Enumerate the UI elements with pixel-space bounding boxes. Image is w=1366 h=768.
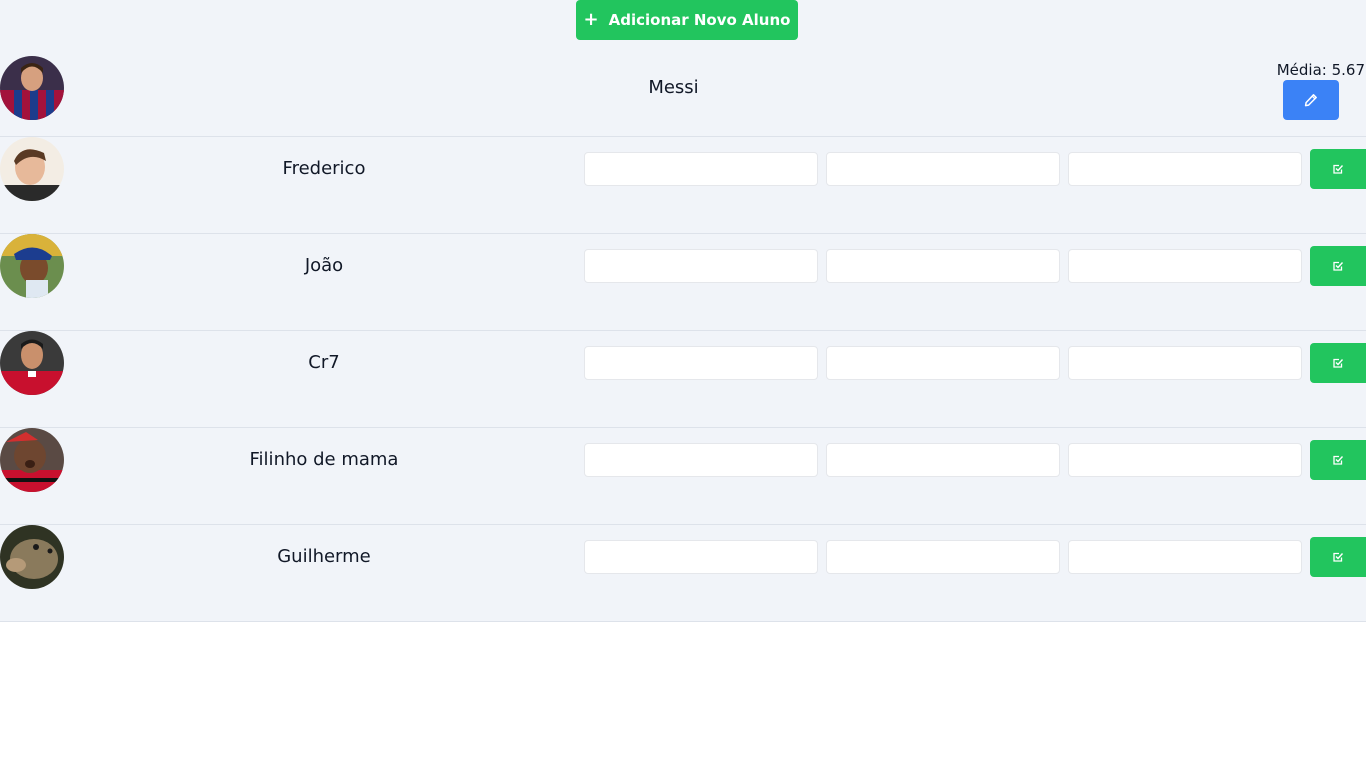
grade-3-input[interactable] xyxy=(1068,346,1302,380)
student-avatar xyxy=(0,137,64,201)
grade-3-input[interactable] xyxy=(1068,540,1302,574)
student-avatar xyxy=(0,428,64,492)
grade-2-input[interactable] xyxy=(826,152,1060,186)
check-square-icon xyxy=(1333,552,1344,562)
submit-grades-button[interactable] xyxy=(1310,149,1366,189)
add-student-label: Adicionar Novo Aluno xyxy=(608,11,791,29)
student-name: Cr7 xyxy=(308,352,340,373)
check-square-icon xyxy=(1333,164,1344,174)
submit-grades-button[interactable] xyxy=(1310,537,1366,577)
student-row: Filinho de mama xyxy=(0,428,1366,525)
student-row: João xyxy=(0,234,1366,331)
student-avatar xyxy=(0,234,64,298)
submit-grades-button[interactable] xyxy=(1310,440,1366,480)
student-row: Guilherme xyxy=(0,525,1366,622)
student-name: Messi xyxy=(648,77,699,98)
student-name: Frederico xyxy=(282,158,366,179)
average-label: Média: 5.67 xyxy=(1276,61,1365,79)
grade-1-input[interactable] xyxy=(584,540,818,574)
submit-grades-button[interactable] xyxy=(1310,343,1366,383)
grade-1-input[interactable] xyxy=(584,443,818,477)
student-avatar xyxy=(0,331,64,395)
add-student-button[interactable]: + Adicionar Novo Aluno xyxy=(576,0,798,40)
app-root: + Adicionar Novo Aluno Messi Média: 5.67 xyxy=(0,0,1366,768)
grade-2-input[interactable] xyxy=(826,249,1060,283)
grade-1-input[interactable] xyxy=(584,249,818,283)
student-row: Messi Média: 5.67 xyxy=(0,56,1366,137)
grade-1-input[interactable] xyxy=(584,346,818,380)
grade-1-input[interactable] xyxy=(584,152,818,186)
student-list: + Adicionar Novo Aluno Messi Média: 5.67 xyxy=(0,0,1366,622)
student-name: Guilherme xyxy=(277,546,371,567)
student-name: Filinho de mama xyxy=(249,449,399,470)
student-avatar xyxy=(0,56,64,120)
edit-grades-button[interactable] xyxy=(1283,80,1339,120)
check-square-icon xyxy=(1333,261,1344,271)
grade-3-input[interactable] xyxy=(1068,249,1302,283)
grade-2-input[interactable] xyxy=(826,443,1060,477)
student-row: Frederico xyxy=(0,137,1366,234)
check-square-icon xyxy=(1333,455,1344,465)
check-square-icon xyxy=(1333,358,1344,368)
grade-2-input[interactable] xyxy=(826,346,1060,380)
grade-3-input[interactable] xyxy=(1068,152,1302,186)
student-name: João xyxy=(304,255,344,276)
student-avatar xyxy=(0,525,64,589)
pencil-icon xyxy=(1304,94,1317,107)
plus-icon: + xyxy=(583,9,599,30)
grade-3-input[interactable] xyxy=(1068,443,1302,477)
grade-2-input[interactable] xyxy=(826,540,1060,574)
submit-grades-button[interactable] xyxy=(1310,246,1366,286)
student-row: Cr7 xyxy=(0,331,1366,428)
